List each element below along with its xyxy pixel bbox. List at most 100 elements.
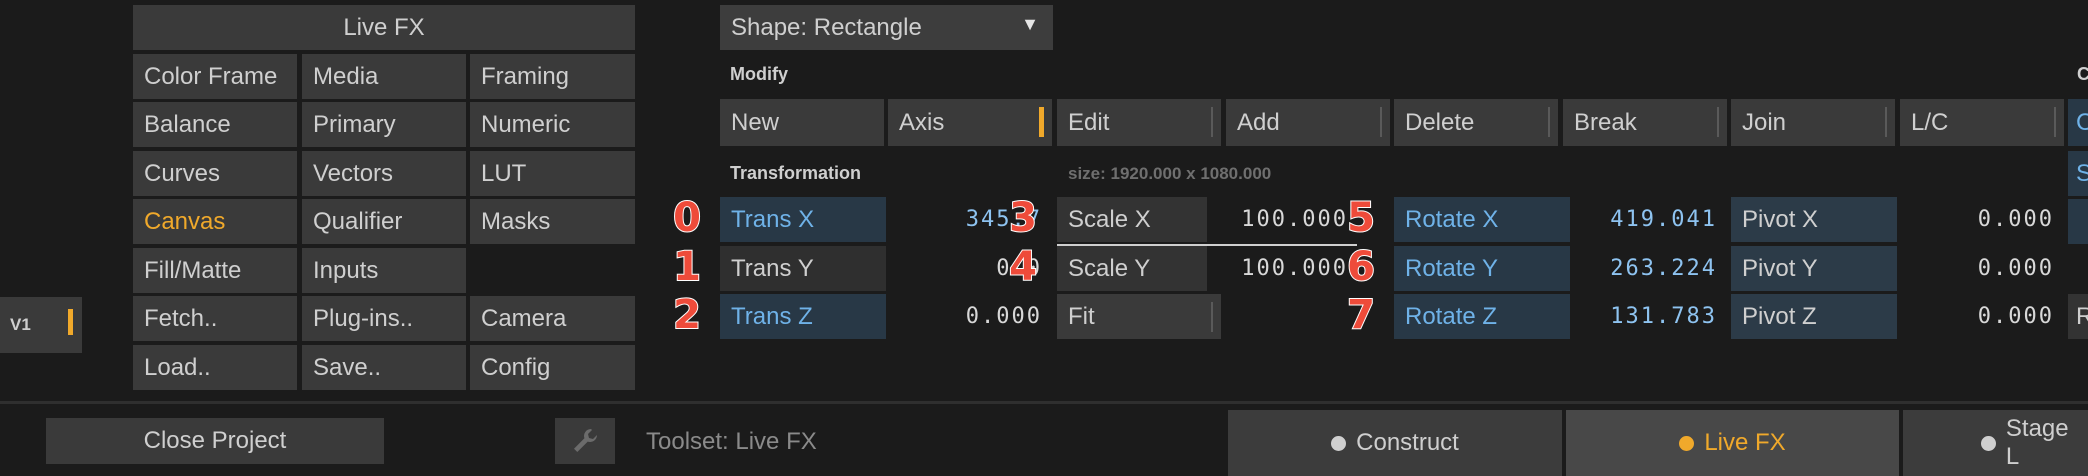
rotate-z-label[interactable]: Rotate Z (1394, 294, 1570, 339)
menu-curves[interactable]: Curves (133, 151, 297, 196)
menu-save[interactable]: Save.. (302, 345, 466, 390)
tab-stage[interactable]: Stage L (1903, 410, 2088, 476)
pivot-y-value[interactable]: 0.000 (1899, 246, 2064, 291)
fit-button[interactable]: Fit (1057, 294, 1221, 339)
menu-primary[interactable]: Primary (302, 102, 466, 147)
wrench-icon[interactable] (555, 418, 615, 464)
add-button-label: Add (1237, 108, 1280, 136)
badge-7: 7 (1346, 291, 1376, 339)
pivot-x-label[interactable]: Pivot X (1731, 197, 1897, 242)
lc-button[interactable]: L/C (1900, 99, 2064, 146)
menu-lut[interactable]: LUT (470, 151, 635, 196)
pivot-y-label[interactable]: Pivot Y (1731, 246, 1897, 291)
tab-construct[interactable]: Construct (1228, 410, 1562, 476)
break-button[interactable]: Break (1563, 99, 1727, 146)
right-edge-button-4[interactable]: R (2068, 294, 2088, 339)
toggle-indicator (1548, 107, 1550, 137)
new-button[interactable]: New (720, 99, 884, 146)
menu-numeric[interactable]: Numeric (470, 102, 635, 147)
toggle-indicator (1211, 107, 1213, 137)
tab-stage-label: Stage L (2005, 415, 2069, 470)
menu-vectors[interactable]: Vectors (302, 151, 466, 196)
menu-qualifier[interactable]: Qualifier (302, 199, 466, 244)
right-edge-button-3[interactable] (2068, 199, 2088, 244)
pivot-x-value[interactable]: 0.000 (1899, 197, 2064, 242)
toggle-indicator (2054, 107, 2056, 137)
delete-button-label: Delete (1405, 108, 1475, 136)
divider (0, 401, 2088, 404)
badge-0: 0 (672, 194, 702, 242)
modify-heading: Modify (730, 64, 788, 84)
badge-3: 3 (1008, 194, 1038, 242)
trans-x-label[interactable]: Trans X (720, 197, 886, 242)
menu-media[interactable]: Media (302, 54, 466, 99)
toggle-indicator (1380, 107, 1382, 137)
trans-y-label[interactable]: Trans Y (720, 246, 886, 291)
menu-balance[interactable]: Balance (133, 102, 297, 147)
shape-dropdown-label: Shape: Rectangle (731, 13, 922, 41)
close-project-button[interactable]: Close Project (46, 418, 384, 464)
badge-4: 4 (1008, 243, 1038, 291)
axis-active-indicator (1039, 107, 1044, 137)
fit-button-label: Fit (1068, 302, 1095, 330)
add-button[interactable]: Add (1226, 99, 1390, 146)
status-dot (1981, 435, 1996, 451)
toggle-indicator (1717, 107, 1719, 137)
canvas-size: size: 1920.000 x 1080.000 (1068, 164, 1272, 183)
scale-x-label[interactable]: Scale X (1057, 197, 1207, 242)
toolset-label: Toolset: Live FX (646, 428, 817, 455)
rotate-y-label[interactable]: Rotate Y (1394, 246, 1570, 291)
menu-inputs[interactable]: Inputs (302, 248, 466, 293)
scale-x-value[interactable]: 100.000 (1208, 197, 1358, 242)
toggle-indicator (1211, 302, 1213, 332)
toggle-indicator (1885, 107, 1887, 137)
menu-camera[interactable]: Camera (470, 296, 635, 341)
menu-color-frame[interactable]: Color Frame (133, 54, 297, 99)
pivot-z-value[interactable]: 0.000 (1899, 294, 2064, 339)
menu-fetch[interactable]: Fetch.. (133, 296, 297, 341)
badge-2: 2 (672, 291, 702, 339)
edit-button[interactable]: Edit (1057, 99, 1221, 146)
rotate-x-value[interactable]: 419.041 (1572, 197, 1727, 242)
version-label: V1 (10, 315, 31, 334)
status-dot (1679, 435, 1695, 451)
edit-button-label: Edit (1068, 108, 1110, 136)
status-dot (1331, 435, 1347, 451)
transformation-heading: Transformation (730, 163, 862, 183)
menu-plug-ins[interactable]: Plug-ins.. (302, 296, 466, 341)
scale-y-label[interactable]: Scale Y (1057, 246, 1207, 291)
right-edge-button-1[interactable]: C (2068, 99, 2088, 146)
break-button-label: Break (1574, 108, 1637, 136)
chevron-down-icon: ▼ (1021, 14, 1039, 34)
tab-live-fx-label: Live FX (1704, 429, 1786, 456)
lc-button-label: L/C (1911, 108, 1949, 136)
pivot-z-label[interactable]: Pivot Z (1731, 294, 1897, 339)
shape-dropdown[interactable]: Shape: Rectangle ▼ (720, 5, 1053, 50)
menu-load[interactable]: Load.. (133, 345, 297, 390)
right-edge-button-2[interactable]: S (2068, 151, 2088, 196)
menu-framing[interactable]: Framing (470, 54, 635, 99)
scale-y-value[interactable]: 100.000 (1208, 246, 1358, 291)
menu-masks[interactable]: Masks (470, 199, 635, 244)
panel-title: Live FX (133, 5, 635, 50)
join-button[interactable]: Join (1731, 99, 1895, 146)
menu-config[interactable]: Config (470, 345, 635, 390)
tab-construct-label: Construct (1356, 429, 1459, 456)
rotate-x-label[interactable]: Rotate X (1394, 197, 1570, 242)
menu-fill-matte[interactable]: Fill/Matte (133, 248, 297, 293)
active-indicator (68, 309, 73, 335)
delete-button[interactable]: Delete (1394, 99, 1558, 146)
menu-canvas[interactable]: Canvas (133, 199, 297, 244)
right-edge-header: C (2077, 64, 2088, 84)
badge-6: 6 (1346, 243, 1376, 291)
badge-1: 1 (672, 243, 702, 291)
trans-z-label[interactable]: Trans Z (720, 294, 886, 339)
trans-z-value[interactable]: 0.000 (888, 294, 1052, 339)
axis-button[interactable]: Axis (888, 99, 1052, 146)
version-v1-button[interactable]: V1 (0, 297, 82, 353)
join-button-label: Join (1742, 108, 1787, 136)
rotate-y-value[interactable]: 263.224 (1572, 246, 1727, 291)
axis-button-label: Axis (899, 108, 945, 136)
tab-live-fx[interactable]: Live FX (1566, 410, 1899, 476)
rotate-z-value[interactable]: 131.783 (1572, 294, 1727, 339)
